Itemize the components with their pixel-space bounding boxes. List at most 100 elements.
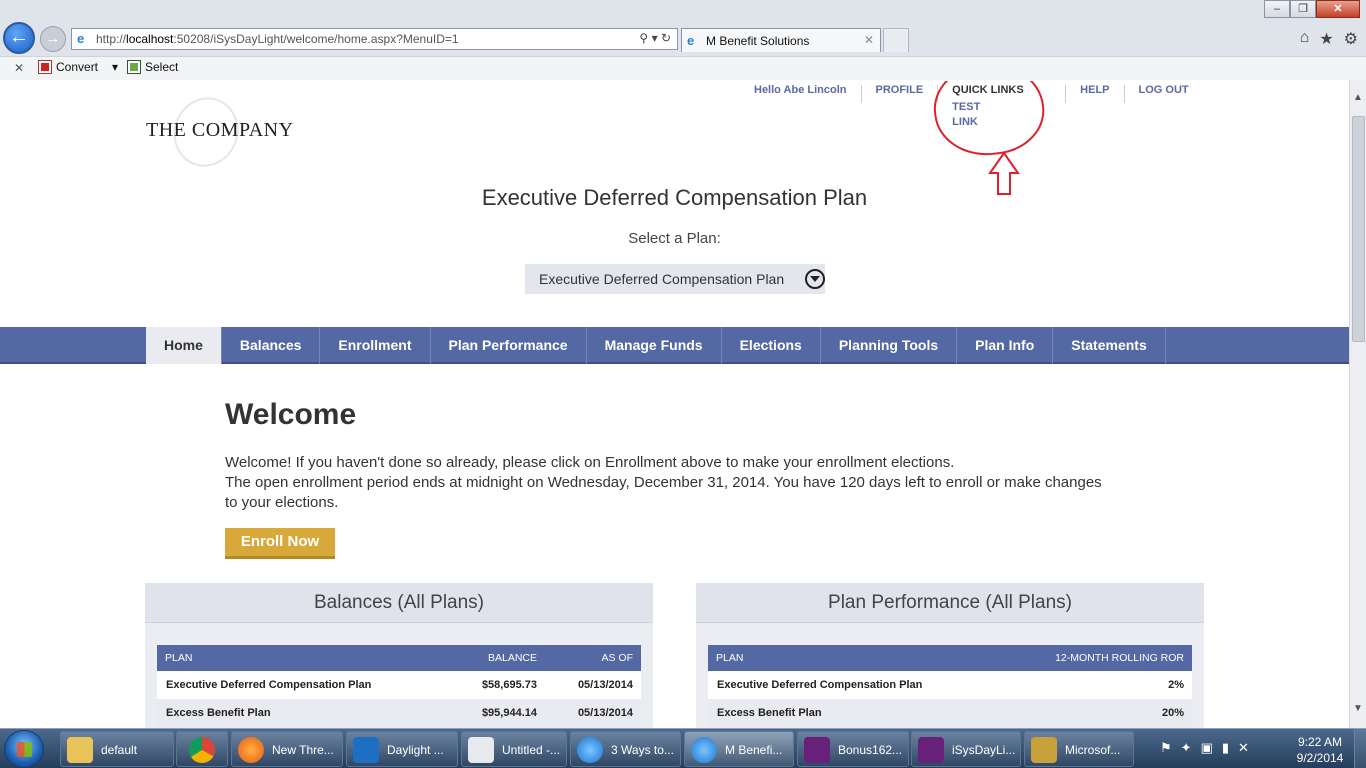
ie-icon — [691, 737, 717, 763]
favorites-star-icon[interactable]: ★ — [1319, 29, 1333, 49]
show-desktop-button[interactable] — [1354, 729, 1366, 768]
balances-panel-title: Balances (All Plans) — [145, 583, 653, 623]
nav-statements[interactable]: Statements — [1053, 327, 1166, 364]
welcome-line-2: The open enrollment period ends at midni… — [225, 474, 1102, 511]
nav-manage-funds[interactable]: Manage Funds — [587, 327, 722, 364]
dropbox-icon[interactable]: ✦ — [1181, 740, 1192, 756]
nav-plan-performance[interactable]: Plan Performance — [431, 327, 587, 364]
command-bar: ✕ Convert ▾ Select — [0, 56, 1366, 80]
volume-muted-icon[interactable]: ✕ — [1238, 740, 1249, 756]
nav-planning-tools[interactable]: Planning Tools — [821, 327, 958, 364]
visual-studio-icon — [918, 737, 944, 763]
ie-icon — [577, 737, 603, 763]
refresh-icon[interactable]: ↻ — [661, 31, 671, 45]
help-link[interactable]: HELP — [1066, 85, 1125, 103]
start-button[interactable] — [4, 730, 44, 768]
new-tab-button[interactable] — [883, 28, 909, 52]
plan-select-label: Select a Plan: — [628, 230, 721, 247]
scroll-thumb[interactable] — [1352, 116, 1365, 342]
convert-dropdown-icon[interactable]: ▾ — [112, 60, 118, 74]
table-header-row: PLAN BALANCE AS OF — [157, 645, 641, 671]
plan-cell: Executive Deferred Compensation Plan — [708, 671, 997, 699]
address-tools[interactable]: ⚲ ▾ ↻ — [639, 31, 671, 45]
outlook-icon — [353, 737, 379, 763]
taskbar-item-ie-2[interactable]: M Benefi... — [684, 731, 794, 767]
greeting-link[interactable]: Hello Abe Lincoln — [740, 85, 862, 103]
close-button[interactable]: ✕ — [1316, 0, 1360, 18]
flag-icon[interactable]: ⚑ — [1160, 740, 1172, 756]
enroll-now-button[interactable]: Enroll Now — [225, 528, 335, 559]
balances-table: PLAN BALANCE AS OF Executive Deferred Co… — [157, 645, 641, 727]
tools-icon — [1031, 737, 1057, 763]
taskbar-item-outlook[interactable]: Daylight ... — [346, 731, 458, 767]
taskbar-item-chrome[interactable] — [176, 731, 228, 767]
taskbar-item-microsoft[interactable]: Microsof... — [1024, 731, 1134, 767]
close-bar-icon[interactable]: ✕ — [14, 61, 24, 75]
logout-link[interactable]: LOG OUT — [1125, 85, 1203, 103]
taskbar-item-explorer[interactable]: default — [60, 731, 174, 767]
table-row: Excess Benefit Plan $95,944.14 05/13/201… — [157, 699, 641, 727]
vertical-scrollbar[interactable]: ▲ ▼ — [1349, 80, 1366, 728]
performance-table: PLAN 12-MONTH ROLLING ROR Executive Defe… — [708, 645, 1192, 727]
address-bar[interactable]: e http://localhost:50208/iSysDayLight/we… — [71, 28, 678, 50]
balance-cell: $95,944.14 — [435, 699, 545, 727]
select-button[interactable]: Select — [127, 60, 178, 74]
welcome-line-1: Welcome! If you haven't done so already,… — [225, 454, 955, 471]
plan-cell: Excess Benefit Plan — [157, 699, 435, 727]
nav-elections[interactable]: Elections — [722, 327, 821, 364]
pdf-convert-icon — [38, 60, 52, 74]
nav-plan-info[interactable]: Plan Info — [957, 327, 1054, 364]
device-icon[interactable]: ▣ — [1201, 740, 1213, 756]
maximize-button[interactable]: ❐ — [1290, 0, 1316, 18]
as-of-cell: 05/13/2014 — [545, 671, 641, 699]
network-icon[interactable]: ▮ — [1222, 740, 1229, 756]
table-row: Executive Deferred Compensation Plan 2% — [708, 671, 1192, 699]
clock-date: 9/2/2014 — [1296, 751, 1344, 765]
welcome-heading: Welcome — [225, 398, 357, 431]
column-header: AS OF — [545, 645, 641, 671]
column-header: 12-MONTH ROLLING ROR — [996, 645, 1192, 671]
visual-studio-icon — [804, 737, 830, 763]
main-nav-items: Home Balances Enrollment Plan Performanc… — [146, 327, 1166, 364]
forward-button[interactable]: → — [40, 26, 66, 52]
chevron-down-icon[interactable] — [805, 269, 825, 289]
scroll-up-icon[interactable]: ▲ — [1353, 92, 1363, 103]
scroll-down-icon[interactable]: ▼ — [1353, 703, 1363, 714]
web-page: THE COMPANY Hello Abe Lincoln PROFILE QU… — [0, 81, 1349, 728]
nav-balances[interactable]: Balances — [222, 327, 321, 364]
company-logo[interactable]: THE COMPANY — [146, 88, 294, 176]
document-icon — [468, 737, 494, 763]
browser-chrome: – ❐ ✕ ← → e http://localhost:50208/iSysD… — [0, 0, 1366, 80]
tab-close-icon[interactable]: ✕ — [864, 33, 874, 47]
performance-panel-title: Plan Performance (All Plans) — [696, 583, 1204, 623]
as-of-cell: 05/13/2014 — [545, 699, 641, 727]
minimize-button[interactable]: – — [1264, 0, 1290, 18]
taskbar-item-vs-2[interactable]: iSysDayLi... — [911, 731, 1021, 767]
taskbar-item-firefox[interactable]: New Thre... — [231, 731, 343, 767]
browser-tab[interactable]: e M Benefit Solutions ✕ — [681, 28, 881, 52]
nav-home[interactable]: Home — [146, 327, 222, 364]
search-icon[interactable]: ⚲ — [639, 31, 648, 45]
dropdown-icon[interactable]: ▾ — [652, 31, 658, 45]
home-icon[interactable]: ⌂ — [1300, 29, 1310, 49]
ror-cell: 20% — [996, 699, 1192, 727]
ror-cell: 2% — [996, 671, 1192, 699]
taskbar-item-untitled[interactable]: Untitled -... — [461, 731, 567, 767]
system-clock[interactable]: 9:22 AM 9/2/2014 — [1290, 734, 1350, 766]
plan-select[interactable]: Executive Deferred Compensation Plan — [525, 264, 825, 294]
taskbar-item-ie-1[interactable]: 3 Ways to... — [570, 731, 681, 767]
nav-enrollment[interactable]: Enrollment — [320, 327, 431, 364]
profile-link[interactable]: PROFILE — [862, 85, 939, 103]
convert-button[interactable]: Convert ▾ — [38, 60, 118, 74]
taskbar-item-vs-1[interactable]: Bonus162... — [797, 731, 909, 767]
system-tray: ⚑ ✦ ▣ ▮ ✕ — [1160, 740, 1249, 756]
url-text: http://localhost:50208/iSysDayLight/welc… — [96, 32, 459, 46]
windows-taskbar: default New Thre... Daylight ... Untitle… — [0, 728, 1366, 768]
folder-icon — [67, 737, 93, 763]
settings-gear-icon[interactable]: ⚙ — [1344, 29, 1358, 49]
column-header: BALANCE — [435, 645, 545, 671]
table-header-row: PLAN 12-MONTH ROLLING ROR — [708, 645, 1192, 671]
back-button[interactable]: ← — [3, 22, 35, 54]
main-nav: Home Balances Enrollment Plan Performanc… — [0, 327, 1349, 364]
table-row: Excess Benefit Plan 20% — [708, 699, 1192, 727]
